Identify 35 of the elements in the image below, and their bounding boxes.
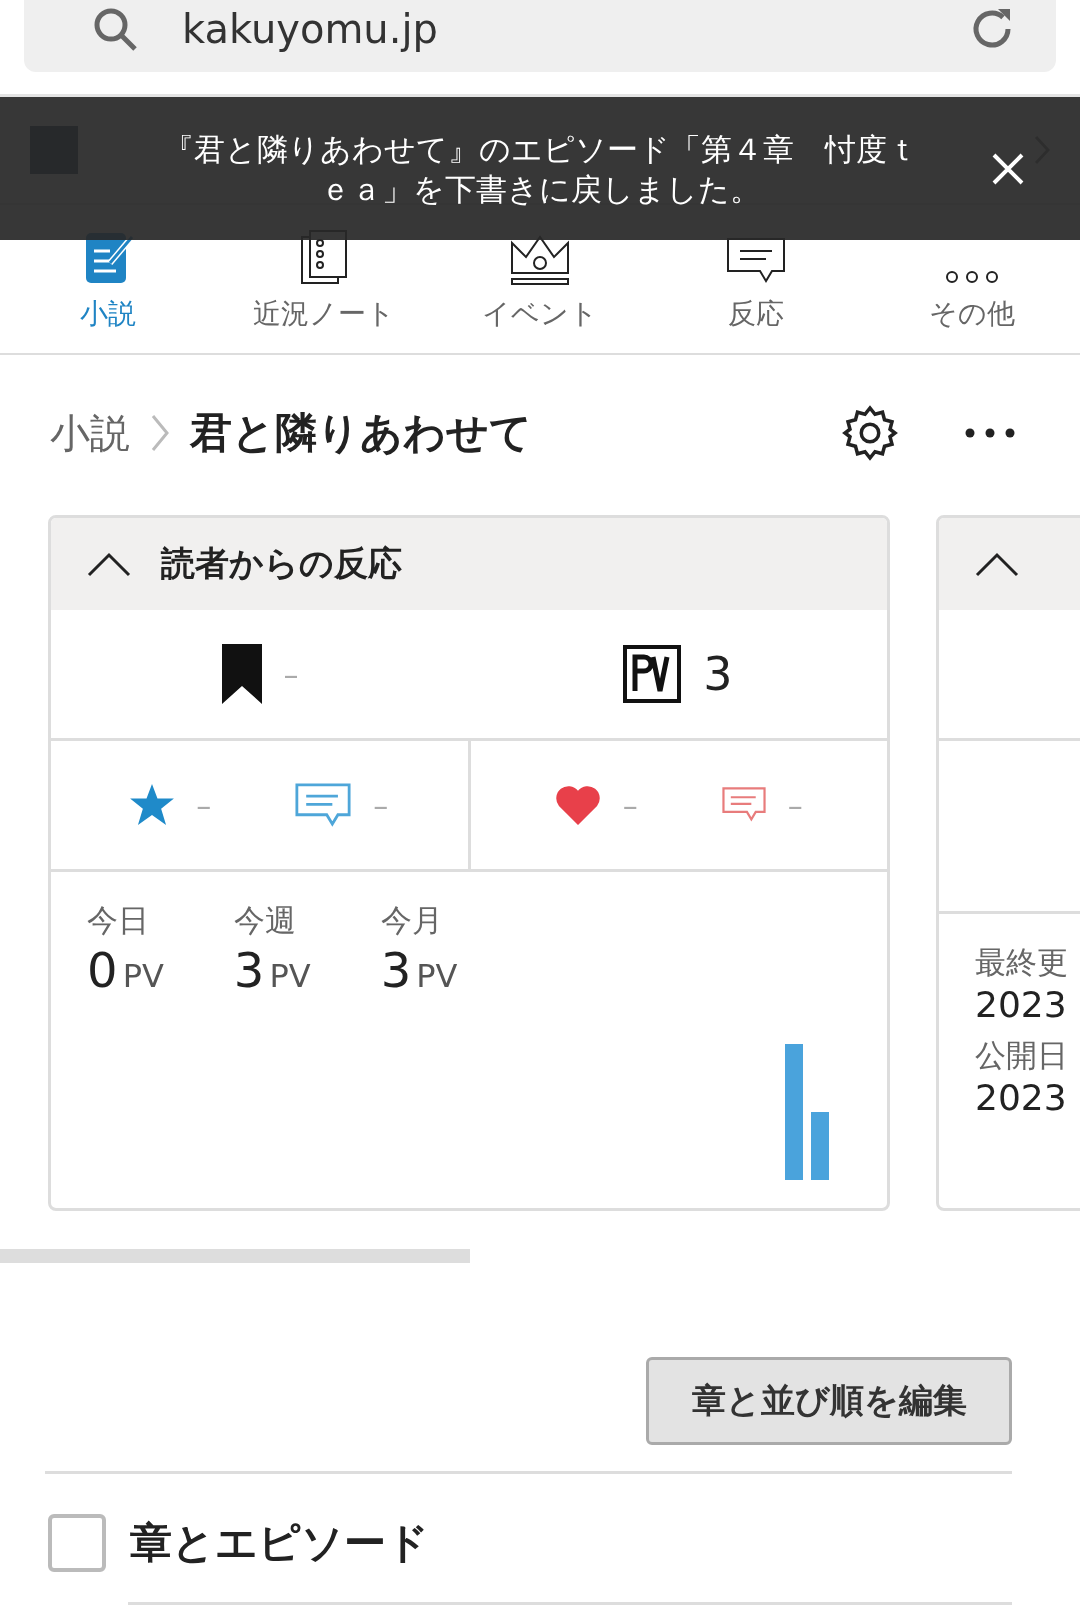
settings-icon[interactable] bbox=[840, 403, 900, 463]
card-title: 読者からの反応 bbox=[161, 542, 402, 585]
breadcrumb-link[interactable]: 小説 bbox=[50, 405, 130, 461]
comment-icon bbox=[295, 782, 352, 828]
field-label: 公開日 bbox=[975, 1036, 1069, 1075]
search-icon bbox=[92, 6, 138, 52]
url-text: kakuyomu.jp bbox=[182, 6, 439, 52]
address-bar[interactable]: kakuyomu.jp bbox=[24, 0, 1056, 72]
review-count: – bbox=[373, 787, 389, 823]
pv-icon bbox=[623, 645, 682, 703]
chevron-up-icon[interactable] bbox=[975, 551, 1019, 577]
star-count: – bbox=[196, 787, 212, 823]
comment-icon bbox=[721, 787, 766, 823]
chevron-right-icon bbox=[150, 413, 170, 453]
field-label: 最終更 bbox=[975, 943, 1069, 982]
pv-value: 3 PV bbox=[233, 942, 311, 998]
pv-count: 3 bbox=[703, 647, 733, 701]
period-label: 今週 bbox=[233, 901, 297, 940]
pv-value: 0 PV bbox=[87, 942, 164, 998]
pv-value: 3 PV bbox=[380, 942, 458, 998]
checkbox[interactable] bbox=[48, 1514, 106, 1572]
section-title: 章とエピソード bbox=[130, 1517, 429, 1569]
star-icon bbox=[130, 784, 175, 826]
field-value: 2023 bbox=[975, 1077, 1068, 1118]
bookmark-icon bbox=[221, 644, 262, 704]
follow-count: – bbox=[283, 656, 299, 692]
field-value: 2023 bbox=[975, 984, 1068, 1025]
comment-count: – bbox=[787, 787, 803, 823]
heart-count: – bbox=[622, 787, 638, 823]
edit-order-button[interactable]: 章と並び順を編集 bbox=[646, 1357, 1012, 1445]
novel-title: 君と隣りあわせて bbox=[190, 407, 533, 459]
period-label: 今日 bbox=[87, 901, 150, 940]
heart-icon bbox=[554, 785, 601, 825]
chevron-up-icon[interactable] bbox=[87, 551, 131, 577]
period-label: 今月 bbox=[380, 901, 444, 940]
